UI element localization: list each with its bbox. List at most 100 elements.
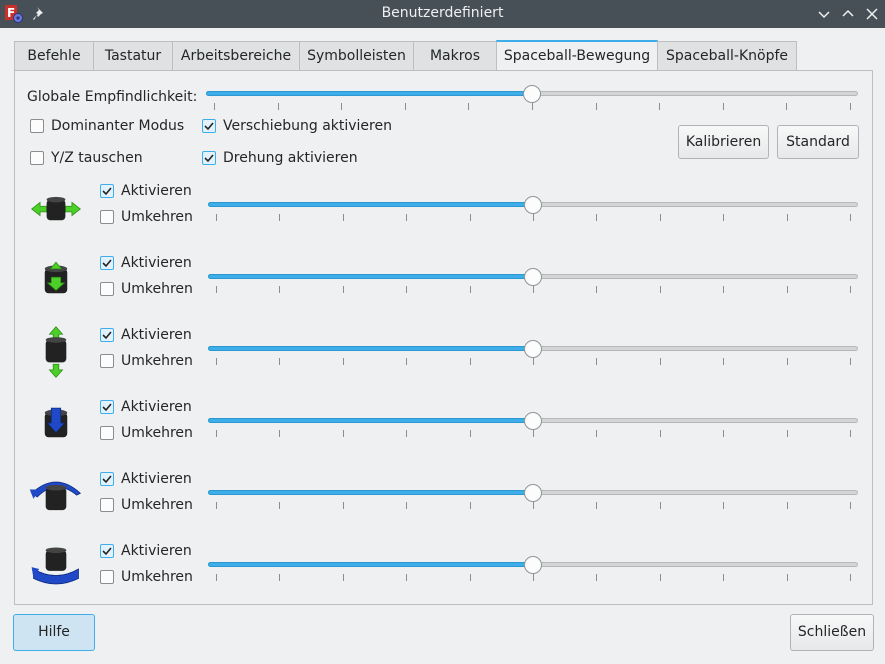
flip-yz-checkbox[interactable] bbox=[30, 151, 44, 165]
axis-reverse-checkbox[interactable] bbox=[100, 498, 114, 512]
checkmark-icon bbox=[102, 475, 112, 484]
slider-handle[interactable] bbox=[524, 484, 542, 502]
slider-tick bbox=[406, 502, 407, 509]
slider-tick bbox=[723, 103, 724, 110]
tab-makros[interactable]: Makros bbox=[413, 41, 497, 70]
axis-enable-checkbox[interactable] bbox=[100, 400, 114, 414]
axis-reverse-checkbox[interactable] bbox=[100, 282, 114, 296]
axis-enable-label: Aktivieren bbox=[121, 327, 192, 343]
tab-befehle[interactable]: Befehle bbox=[14, 41, 94, 70]
global-sensitivity-slider[interactable] bbox=[206, 85, 858, 111]
slider-tick bbox=[850, 502, 851, 509]
slider-tick bbox=[787, 214, 788, 221]
slider-fill bbox=[208, 418, 533, 423]
slider-tick bbox=[660, 214, 661, 221]
slider-tick bbox=[470, 574, 471, 581]
axis-enable-checkbox[interactable] bbox=[100, 328, 114, 342]
slider-tick bbox=[723, 286, 724, 293]
slider-tick bbox=[596, 286, 597, 293]
slider-tick bbox=[279, 502, 280, 509]
slider-tick bbox=[279, 574, 280, 581]
checkmark-icon bbox=[102, 259, 112, 268]
axis-enable-checkbox[interactable] bbox=[100, 184, 114, 198]
slider-tick bbox=[405, 103, 406, 110]
slider-handle[interactable] bbox=[524, 556, 542, 574]
rotation-checkbox[interactable] bbox=[202, 151, 216, 165]
axis-reverse-checkbox[interactable] bbox=[100, 354, 114, 368]
axis-reverse-checkbox[interactable] bbox=[100, 210, 114, 224]
slider-tick bbox=[596, 214, 597, 221]
tab-spaceball-knoepfe[interactable]: Spaceball-Knöpfe bbox=[657, 41, 797, 70]
tab-spaceball-bewegung[interactable]: Spaceball-Bewegung bbox=[496, 40, 658, 71]
slider-tick bbox=[533, 430, 534, 437]
slider-tick bbox=[533, 358, 534, 365]
checkmark-icon bbox=[102, 403, 112, 412]
axis-sensitivity-slider[interactable] bbox=[208, 268, 858, 294]
axis-reverse-label: Umkehren bbox=[121, 281, 193, 297]
tab-tastatur[interactable]: Tastatur bbox=[93, 41, 173, 70]
translation-label: Verschiebung aktivieren bbox=[223, 118, 392, 134]
slider-tick bbox=[660, 574, 661, 581]
slider-tick bbox=[723, 430, 724, 437]
axis-enable-label: Aktivieren bbox=[121, 471, 192, 487]
axis-enable-checkbox[interactable] bbox=[100, 472, 114, 486]
slider-tick bbox=[787, 430, 788, 437]
slider-tick bbox=[216, 214, 217, 221]
slider-tick bbox=[406, 358, 407, 365]
slider-tick bbox=[216, 358, 217, 365]
slider-tick bbox=[850, 358, 851, 365]
axis-reverse-label: Umkehren bbox=[121, 569, 193, 585]
minimize-icon[interactable] bbox=[816, 6, 832, 22]
slider-handle[interactable] bbox=[524, 196, 542, 214]
slider-tick bbox=[468, 103, 469, 110]
maximize-icon[interactable] bbox=[840, 6, 856, 22]
axis-sensitivity-slider[interactable] bbox=[208, 340, 858, 366]
slider-handle[interactable] bbox=[524, 412, 542, 430]
slider-tick bbox=[406, 574, 407, 581]
help-button[interactable]: Hilfe bbox=[13, 614, 95, 651]
slider-fill bbox=[206, 91, 532, 96]
slider-tick bbox=[216, 574, 217, 581]
slider-fill bbox=[208, 562, 533, 567]
slider-tick bbox=[533, 574, 534, 581]
axis-reverse-checkbox[interactable] bbox=[100, 426, 114, 440]
slider-fill bbox=[208, 202, 533, 207]
calibrate-button[interactable]: Kalibrieren bbox=[678, 125, 769, 159]
slider-tick bbox=[596, 502, 597, 509]
slider-handle[interactable] bbox=[524, 340, 542, 358]
dominant-mode-checkbox[interactable] bbox=[30, 119, 44, 133]
axis-enable-label: Aktivieren bbox=[121, 543, 192, 559]
slider-tick bbox=[787, 286, 788, 293]
close-button[interactable]: Schließen bbox=[790, 614, 874, 651]
slider-tick bbox=[723, 502, 724, 509]
slider-tick bbox=[660, 286, 661, 293]
tab-symbolleisten[interactable]: Symbolleisten bbox=[299, 41, 414, 70]
slider-fill bbox=[208, 490, 533, 495]
axis-reverse-label: Umkehren bbox=[121, 353, 193, 369]
default-button[interactable]: Standard bbox=[777, 125, 859, 159]
axis-enable-label: Aktivieren bbox=[121, 183, 192, 199]
slider-handle[interactable] bbox=[523, 85, 541, 103]
slider-tick bbox=[659, 103, 660, 110]
slider-tick bbox=[850, 286, 851, 293]
axis-enable-checkbox[interactable] bbox=[100, 544, 114, 558]
zoom-in-out-icon bbox=[45, 326, 67, 378]
translation-checkbox[interactable] bbox=[202, 119, 216, 133]
close-icon[interactable] bbox=[864, 6, 880, 22]
axis-sensitivity-slider[interactable] bbox=[208, 484, 858, 510]
slider-tick bbox=[723, 214, 724, 221]
window-titlebar[interactable]: F Benutzerdefiniert bbox=[0, 0, 885, 28]
axis-reverse-checkbox[interactable] bbox=[100, 570, 114, 584]
slider-handle[interactable] bbox=[524, 268, 542, 286]
axis-enable-checkbox[interactable] bbox=[100, 256, 114, 270]
checkmark-icon bbox=[102, 187, 112, 196]
axis-sensitivity-slider[interactable] bbox=[208, 556, 858, 582]
slider-tick bbox=[343, 574, 344, 581]
axis-reverse-label: Umkehren bbox=[121, 425, 193, 441]
axis-sensitivity-slider[interactable] bbox=[208, 196, 858, 222]
axis-sensitivity-slider[interactable] bbox=[208, 412, 858, 438]
slider-tick bbox=[850, 430, 851, 437]
slider-tick bbox=[660, 502, 661, 509]
tab-arbeitsbereiche[interactable]: Arbeitsbereiche bbox=[172, 41, 300, 70]
slider-tick bbox=[723, 358, 724, 365]
